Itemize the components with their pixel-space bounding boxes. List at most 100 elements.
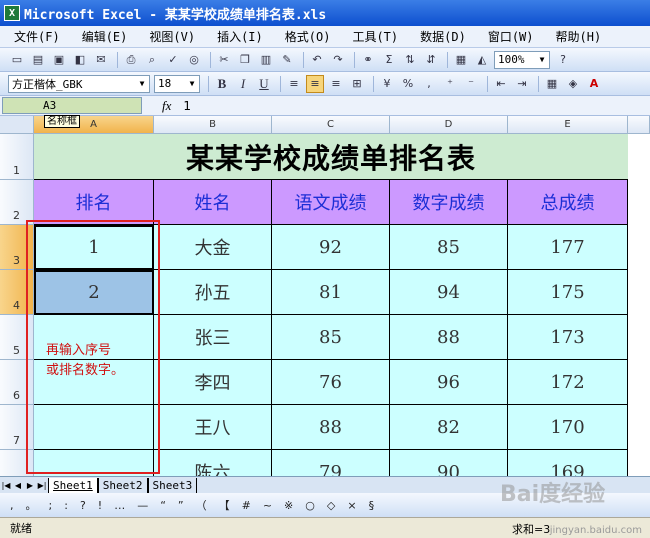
symbol-colon[interactable]: :	[64, 499, 68, 512]
help-icon[interactable]: ?	[554, 51, 572, 69]
drawing-icon[interactable]: ◭	[473, 51, 491, 69]
first-sheet-icon[interactable]: |◀	[0, 481, 12, 490]
header-cell-rank[interactable]: 排名	[34, 180, 154, 225]
table-cell[interactable]: 孙五	[154, 270, 272, 315]
insert-function-icon[interactable]: fx	[162, 98, 171, 114]
sheet-tab-2[interactable]: Sheet2	[97, 477, 148, 493]
symbol-semicolon[interactable]: ;	[49, 499, 53, 512]
symbol-times[interactable]: ×	[347, 499, 356, 512]
symbol-diamond[interactable]: ◇	[327, 499, 335, 512]
column-header-d[interactable]: D	[390, 116, 508, 134]
open-folder-icon[interactable]: ▤	[29, 51, 47, 69]
italic-button[interactable]: I	[234, 75, 252, 93]
menu-format[interactable]: 格式(O)	[285, 28, 331, 45]
table-cell[interactable]: 85	[390, 225, 508, 270]
table-cell[interactable]: 172	[508, 360, 628, 405]
symbol-tilde[interactable]: ~	[263, 499, 272, 512]
symbol-period[interactable]: 。	[26, 497, 37, 513]
sheet-title-cell[interactable]: 某某学校成绩单排名表	[34, 134, 628, 180]
comma-style-icon[interactable]: ,	[420, 75, 438, 93]
sheet-tab-1[interactable]: Sheet1	[48, 477, 98, 493]
bold-button[interactable]: B	[213, 75, 231, 93]
header-cell-math[interactable]: 数字成绩	[390, 180, 508, 225]
symbol-dash[interactable]: —	[137, 499, 148, 512]
table-cell[interactable]: 王八	[154, 405, 272, 450]
merge-center-icon[interactable]: ⊞	[348, 75, 366, 93]
save-icon[interactable]: ▣	[50, 51, 68, 69]
zoom-select[interactable]: 100% ▼	[494, 50, 550, 69]
table-cell[interactable]: 88	[272, 405, 390, 450]
symbol-hash[interactable]: #	[242, 499, 251, 512]
table-cell[interactable]: 94	[390, 270, 508, 315]
table-cell[interactable]: 173	[508, 315, 628, 360]
name-box[interactable]: A3	[2, 97, 142, 114]
borders-icon[interactable]: ▦	[543, 75, 561, 93]
font-color-icon[interactable]: A	[585, 75, 603, 93]
table-cell[interactable]: 175	[508, 270, 628, 315]
table-cell[interactable]: 170	[508, 405, 628, 450]
menu-edit[interactable]: 编辑(E)	[82, 28, 128, 45]
align-left-icon[interactable]: ≡	[285, 75, 303, 93]
symbol-star[interactable]: ※	[284, 499, 293, 512]
increase-indent-icon[interactable]: ⇥	[513, 75, 531, 93]
symbol-question[interactable]: ?	[80, 499, 86, 512]
symbol-quote[interactable]: “	[160, 499, 166, 512]
prev-sheet-icon[interactable]: ◀	[12, 481, 24, 490]
table-cell[interactable]: 76	[272, 360, 390, 405]
table-cell[interactable]: 177	[508, 225, 628, 270]
copy-icon[interactable]: ❐	[236, 51, 254, 69]
table-cell[interactable]: 81	[272, 270, 390, 315]
chart-wizard-icon[interactable]: ▦	[452, 51, 470, 69]
table-cell[interactable]: 李四	[154, 360, 272, 405]
font-size-select[interactable]: 18 ▼	[154, 74, 200, 93]
print-preview-icon[interactable]: ⌕	[143, 51, 161, 69]
print-icon[interactable]: ⎙	[122, 51, 140, 69]
symbol-exclaim[interactable]: !	[98, 499, 102, 512]
symbol-comma[interactable]: ,	[10, 499, 14, 512]
menu-view[interactable]: 视图(V)	[149, 28, 195, 45]
menu-tools[interactable]: 工具(T)	[352, 28, 398, 45]
increase-decimal-icon[interactable]: ⁺	[441, 75, 459, 93]
header-cell-chinese[interactable]: 语文成绩	[272, 180, 390, 225]
table-cell[interactable]: 张三	[154, 315, 272, 360]
table-cell[interactable]: 90	[390, 450, 508, 476]
worksheet-grid[interactable]: A B C D E 1 2 3 4 5 6 7 某某学校成绩单排名表 排名 姓名…	[0, 116, 650, 476]
symbol-ellipsis[interactable]: …	[114, 499, 125, 512]
align-right-icon[interactable]: ≡	[327, 75, 345, 93]
header-cell-name[interactable]: 姓名	[154, 180, 272, 225]
row-header-2[interactable]: 2	[0, 180, 34, 225]
decrease-decimal-icon[interactable]: ⁻	[462, 75, 480, 93]
formula-input[interactable]: 1	[183, 99, 191, 113]
table-cell[interactable]: 79	[272, 450, 390, 476]
symbol-quote-close[interactable]: ”	[178, 499, 184, 512]
symbol-circle[interactable]: ○	[305, 499, 315, 512]
currency-icon[interactable]: ¥	[378, 75, 396, 93]
sheet-tab-3[interactable]: Sheet3	[147, 477, 198, 493]
research-icon[interactable]: ◎	[185, 51, 203, 69]
decrease-indent-icon[interactable]: ⇤	[492, 75, 510, 93]
underline-button[interactable]: U	[255, 75, 273, 93]
sort-descending-icon[interactable]: ⇵	[422, 51, 440, 69]
header-cell-total[interactable]: 总成绩	[508, 180, 628, 225]
column-header-b[interactable]: B	[154, 116, 272, 134]
table-cell[interactable]: 陈六	[154, 450, 272, 476]
select-all-corner[interactable]	[0, 116, 34, 134]
undo-icon[interactable]: ↶	[308, 51, 326, 69]
email-icon[interactable]: ✉	[92, 51, 110, 69]
spelling-icon[interactable]: ✓	[164, 51, 182, 69]
symbol-section[interactable]: §	[369, 499, 375, 512]
table-cell[interactable]: 96	[390, 360, 508, 405]
symbol-paren[interactable]: （	[196, 497, 207, 513]
format-painter-icon[interactable]: ✎	[278, 51, 296, 69]
menu-insert[interactable]: 插入(I)	[217, 28, 263, 45]
menu-help[interactable]: 帮助(H)	[556, 28, 602, 45]
table-cell[interactable]: 82	[390, 405, 508, 450]
column-header-e[interactable]: E	[508, 116, 628, 134]
new-document-icon[interactable]: ▭	[8, 51, 26, 69]
menu-data[interactable]: 数据(D)	[420, 28, 466, 45]
sort-ascending-icon[interactable]: ⇅	[401, 51, 419, 69]
table-cell[interactable]: 169	[508, 450, 628, 476]
symbol-bracket[interactable]: 【	[219, 497, 230, 513]
cut-icon[interactable]: ✂	[215, 51, 233, 69]
column-header-c[interactable]: C	[272, 116, 390, 134]
